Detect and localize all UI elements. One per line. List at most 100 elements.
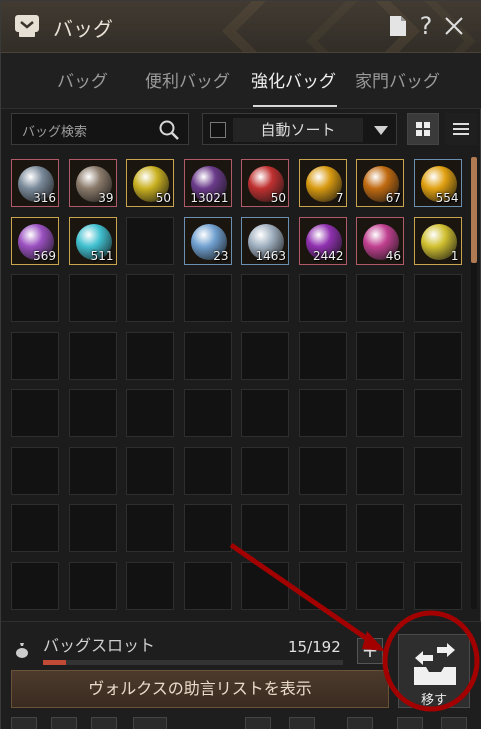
inventory-slot[interactable]: [126, 216, 174, 265]
inventory-slot[interactable]: [356, 389, 404, 437]
inventory-slot[interactable]: [183, 504, 232, 552]
inventory-slot[interactable]: [413, 274, 462, 322]
inventory-slot[interactable]: [183, 274, 232, 322]
list-view-button[interactable]: [445, 113, 477, 145]
auto-sort-checkbox[interactable]: [210, 122, 226, 138]
move-button[interactable]: 移す: [398, 634, 470, 708]
inventory-slot[interactable]: [68, 331, 117, 380]
inventory-slot[interactable]: 23: [183, 216, 232, 265]
inventory-slot[interactable]: [413, 504, 462, 552]
inventory-slot[interactable]: [298, 389, 347, 437]
inventory-slot[interactable]: [356, 561, 404, 610]
inventory-slot[interactable]: [126, 446, 174, 495]
inventory-slot[interactable]: [298, 504, 347, 552]
tab-convenience-bag[interactable]: 便利バッグ: [145, 67, 230, 92]
inventory-slot[interactable]: [126, 331, 174, 380]
inventory-slot[interactable]: [356, 274, 404, 322]
inventory-slot[interactable]: [241, 446, 289, 495]
footer-icon-6[interactable]: [289, 717, 315, 729]
inventory-slot[interactable]: [356, 331, 404, 380]
inventory-slot[interactable]: [68, 446, 117, 495]
inventory-slot[interactable]: 316: [11, 159, 59, 207]
close-icon[interactable]: [441, 11, 467, 41]
inventory-slot[interactable]: [241, 274, 289, 322]
inventory-slot[interactable]: 67: [356, 159, 404, 207]
inventory-slot[interactable]: [11, 504, 59, 552]
footer-icon-4[interactable]: [133, 717, 167, 729]
inventory-slot[interactable]: [126, 561, 174, 610]
grid-scrollbar[interactable]: [471, 157, 477, 609]
inventory-slot[interactable]: [241, 389, 289, 437]
inventory-slot[interactable]: 2442: [298, 216, 347, 265]
inventory-slot[interactable]: [11, 331, 59, 380]
inventory-slot[interactable]: [183, 446, 232, 495]
search-input[interactable]: バッグ検索: [11, 113, 189, 145]
inventory-slot[interactable]: 39: [68, 159, 117, 207]
bag-window: バッグ ? バッグ 便利バッグ 強化バッグ 家門バッグ バッグ検索 自動ソート: [0, 0, 481, 729]
footer-icon-2[interactable]: [51, 717, 77, 729]
item-count: 554: [435, 191, 459, 205]
inventory-slot[interactable]: [68, 561, 117, 610]
inventory-slot[interactable]: [356, 504, 404, 552]
inventory-slot[interactable]: 50: [126, 159, 174, 207]
item-count: 2442: [312, 248, 344, 263]
inventory-slot[interactable]: [183, 389, 232, 437]
inventory-slot[interactable]: [298, 274, 347, 322]
inventory-slot[interactable]: 554: [413, 159, 462, 207]
inventory-slot[interactable]: [413, 446, 462, 495]
title-bar[interactable]: バッグ ?: [1, 1, 481, 53]
grid-view-button[interactable]: [407, 113, 439, 145]
inventory-slot[interactable]: [68, 389, 117, 437]
expand-slots-button[interactable]: +: [357, 638, 383, 664]
inventory-slot[interactable]: [298, 331, 347, 380]
footer-icon-3[interactable]: [91, 717, 117, 729]
inventory-slot[interactable]: [356, 446, 404, 495]
item-count: 511: [90, 248, 114, 263]
inventory-slot[interactable]: [68, 274, 117, 322]
search-icon[interactable]: [158, 119, 180, 141]
inventory-slot[interactable]: 7: [298, 159, 347, 207]
inventory-slot[interactable]: [183, 561, 232, 610]
inventory-slot[interactable]: [413, 561, 462, 610]
inventory-slot[interactable]: 569: [11, 216, 59, 265]
inventory-slot[interactable]: 511: [68, 216, 117, 265]
tab-enhancement-bag[interactable]: 強化バッグ: [251, 67, 336, 92]
inventory-slot[interactable]: 46: [356, 216, 404, 265]
sort-dropdown[interactable]: 自動ソート: [202, 113, 397, 145]
tab-family-bag[interactable]: 家門バッグ: [355, 67, 440, 92]
footer-icon-8[interactable]: [397, 717, 423, 729]
help-icon[interactable]: ?: [413, 11, 439, 41]
inventory-slot[interactable]: [183, 331, 232, 380]
inventory-slot[interactable]: [68, 504, 117, 552]
tab-bag[interactable]: バッグ: [57, 67, 108, 92]
inventory-slot[interactable]: 13021: [183, 159, 232, 207]
inventory-slot[interactable]: [413, 389, 462, 437]
inventory-slot[interactable]: [11, 274, 59, 322]
footer-icon-1[interactable]: [11, 717, 37, 729]
inventory-slot[interactable]: [126, 274, 174, 322]
footer-icon-9[interactable]: [441, 717, 467, 729]
inventory-slot[interactable]: 1463: [241, 216, 289, 265]
inventory-slot[interactable]: [241, 504, 289, 552]
inventory-slot[interactable]: [241, 331, 289, 380]
inventory-slot[interactable]: [11, 446, 59, 495]
volks-advice-button[interactable]: ヴォルクスの助言リストを表示: [11, 670, 389, 708]
inventory-slot[interactable]: [298, 561, 347, 610]
inventory-slot[interactable]: [298, 446, 347, 495]
inventory-slot[interactable]: [241, 561, 289, 610]
inventory-slot[interactable]: 50: [241, 159, 289, 207]
inventory-slot[interactable]: [11, 389, 59, 437]
footer-icon-7[interactable]: [347, 717, 373, 729]
active-tab-indicator: [253, 105, 337, 107]
inventory-slot[interactable]: [11, 561, 59, 610]
bag-slot-label: バッグスロット: [43, 636, 156, 655]
document-icon[interactable]: [385, 11, 411, 41]
scroll-thumb[interactable]: [471, 157, 477, 263]
bag-tabs: バッグ 便利バッグ 強化バッグ 家門バッグ: [1, 53, 481, 109]
inventory-slot[interactable]: [126, 504, 174, 552]
inventory-slot[interactable]: 1: [413, 216, 462, 265]
footer-icon-5[interactable]: [245, 717, 271, 729]
chevron-down-icon[interactable]: [374, 126, 388, 135]
inventory-slot[interactable]: [126, 389, 174, 437]
inventory-slot[interactable]: [413, 331, 462, 380]
